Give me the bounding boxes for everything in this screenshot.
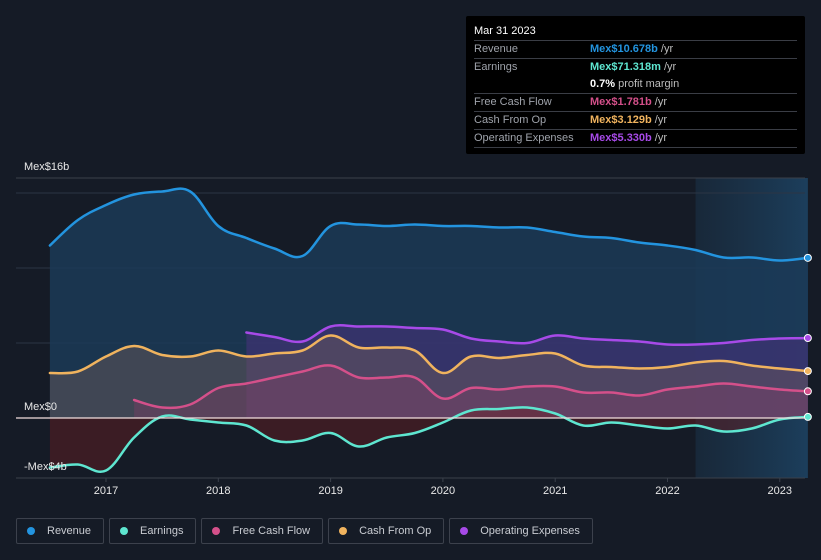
x-tick-label: 2020 (431, 485, 455, 497)
tooltip-row-value: 0.7% (590, 78, 616, 90)
tooltip-row-value: Mex$71.318m (590, 61, 661, 73)
tooltip-row-label: Revenue (474, 43, 519, 55)
x-tick-label: 2018 (206, 485, 230, 497)
legend-label: Earnings (140, 525, 184, 537)
operating-expenses-end-marker (803, 334, 812, 343)
earnings-end-marker (803, 412, 812, 421)
legend-label: Free Cash Flow (232, 525, 311, 537)
x-tick-label: 2019 (318, 485, 342, 497)
tooltip-row-value: Mex$1.781b (590, 96, 652, 108)
revenue-end-marker (803, 253, 812, 262)
tooltip-row-unit: profit margin (618, 78, 680, 90)
tooltip-date: Mar 31 2023 (474, 22, 797, 41)
legend-item-operating-expenses[interactable]: Operating Expenses (449, 518, 593, 544)
y-tick-label-zero: Mex$0 (24, 401, 57, 413)
tooltip-row-label: Operating Expenses (474, 132, 574, 144)
tooltip-row: 0.7% profit margin (474, 76, 797, 94)
legend-item-revenue[interactable]: Revenue (16, 518, 105, 544)
tooltip-row-value: Mex$10.678b (590, 43, 658, 55)
legend-dot-icon (212, 527, 221, 535)
legend-dot-icon (120, 527, 129, 535)
tooltip-row-unit: /yr (654, 132, 667, 144)
y-tick-label-top: Mex$16b (24, 161, 69, 173)
tooltip-row-value: Mex$5.330b (590, 132, 652, 144)
x-tick-label: 2022 (655, 485, 679, 497)
tooltip-row: Revenue Mex$10.678b/yr (474, 41, 797, 59)
legend-dot-icon (27, 527, 35, 535)
tooltip-row: Cash From Op Mex$3.129b/yr (474, 112, 797, 130)
x-tick-label: 2021 (543, 485, 567, 497)
legend-label: Cash From Op (359, 525, 432, 537)
legend-label: Revenue (47, 525, 92, 537)
tooltip-row-label: Cash From Op (474, 114, 547, 126)
tooltip-row: Free Cash Flow Mex$1.781b/yr (474, 94, 797, 112)
chart-legend: Revenue Earnings Free Cash Flow Cash From O… (16, 518, 593, 544)
tooltip-row-unit: /yr (663, 61, 677, 73)
legend-label: Operating Expenses (480, 525, 580, 537)
tooltip-panel: Mar 31 2023 Revenue Mex$10.678b/yr Earning… (466, 16, 805, 154)
tooltip-row-label: Free Cash Flow (474, 96, 552, 108)
legend-item-free-cash-flow[interactable]: Free Cash Flow (201, 518, 324, 544)
tooltip-row-unit: /yr (660, 43, 674, 55)
tooltip-row-value: Mex$3.129b (590, 114, 652, 126)
y-tick-label-bottom: -Mex$4b (24, 461, 67, 473)
cash-from-op-end-marker (803, 367, 812, 376)
legend-item-cash-from-op[interactable]: Cash From Op (328, 518, 445, 544)
legend-dot-icon (339, 527, 348, 535)
tooltip-row-unit: /yr (654, 96, 667, 108)
tooltip-row: Earnings Mex$71.318m/yr (474, 59, 797, 76)
tooltip-row-unit: /yr (654, 114, 667, 126)
tooltip-row: Operating Expenses Mex$5.330b/yr (474, 130, 797, 148)
tooltip-row-label (474, 76, 590, 93)
legend-item-earnings[interactable]: Earnings (109, 518, 197, 544)
free-cash-flow-end-marker (803, 387, 812, 396)
tooltip-row-label: Earnings (474, 61, 518, 73)
x-tick-label: 2023 (768, 485, 792, 497)
x-tick-label: 2017 (94, 485, 118, 497)
legend-dot-icon (460, 527, 469, 535)
